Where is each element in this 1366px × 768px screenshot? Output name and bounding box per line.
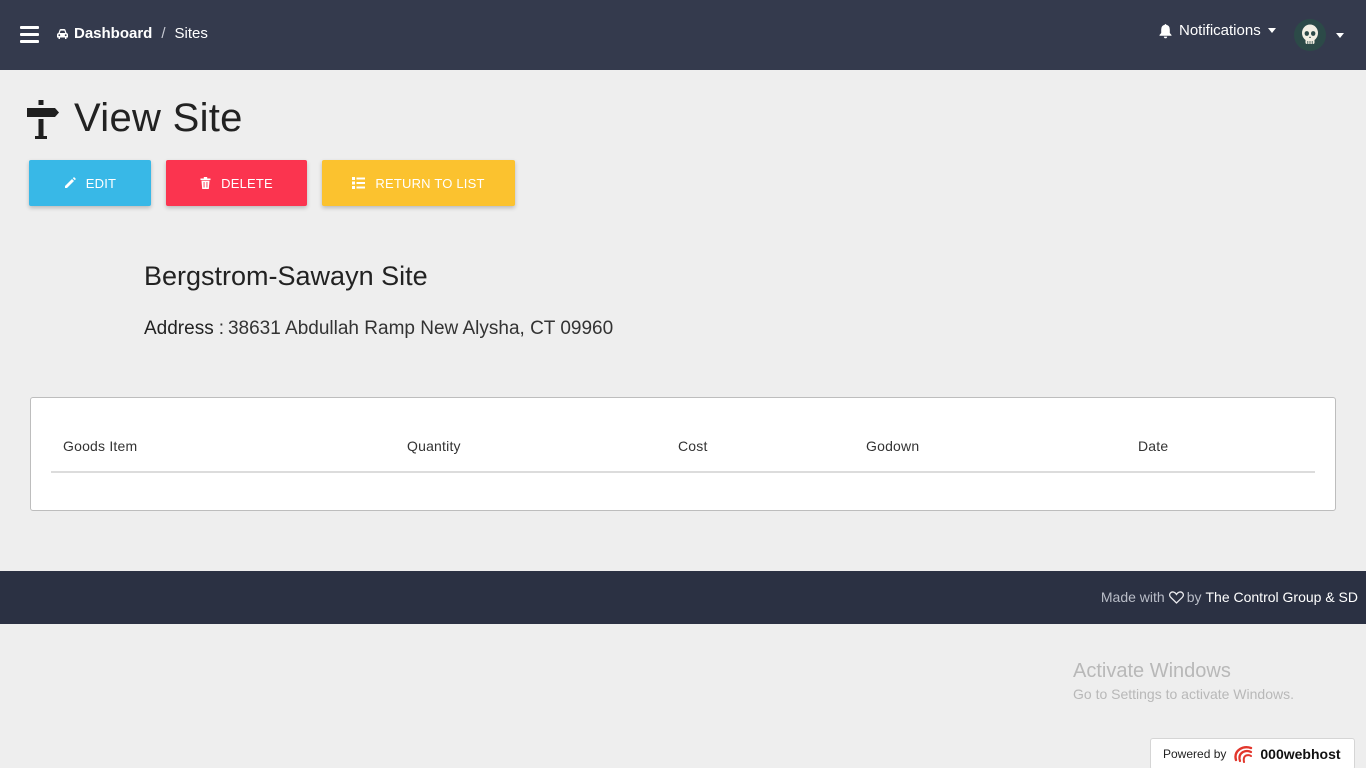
menu-toggle-icon[interactable]: [20, 26, 39, 43]
edit-button-label: EDIT: [85, 175, 117, 191]
notifications-label: Notifications: [1179, 22, 1261, 39]
footer: Made with by The Control Group & SD: [0, 571, 1366, 624]
avatar: [1294, 19, 1326, 51]
chevron-down-icon: [1267, 28, 1276, 33]
site-address: Address:38631 Abdullah Ramp New Alysha, …: [144, 318, 613, 340]
powered-by-host: 000webhost: [1260, 746, 1341, 762]
address-label: Address: [144, 318, 214, 339]
footer-by: by: [1186, 589, 1202, 605]
webhost-logo-icon: [1234, 746, 1253, 763]
breadcrumb-dashboard-link[interactable]: Dashboard: [56, 25, 152, 42]
column-header-date: Date: [1138, 438, 1169, 454]
site-name: Bergstrom-Sawayn Site: [144, 261, 428, 291]
car-icon: [57, 28, 68, 39]
breadcrumb-current: Sites: [174, 25, 208, 42]
goods-table-card: Goods Item Quantity Cost Godown Date: [30, 397, 1336, 511]
watermark-subtitle: Go to Settings to activate Windows.: [1073, 686, 1294, 702]
return-to-list-label: RETURN TO LIST: [375, 175, 485, 191]
powered-by-label: Powered by: [1163, 747, 1227, 761]
page-heading: View Site: [26, 96, 243, 141]
edit-button[interactable]: EDIT: [29, 160, 151, 206]
pencil-icon: [64, 177, 76, 188]
return-to-list-button[interactable]: RETURN TO LIST: [322, 160, 515, 206]
page-title: View Site: [74, 96, 243, 140]
list-icon: [352, 177, 366, 189]
trash-icon: [200, 177, 211, 189]
address-separator: :: [218, 318, 224, 339]
powered-by-badge[interactable]: Powered by 000webhost: [1150, 738, 1355, 768]
footer-credit: Made with by The Control Group & SD: [1101, 589, 1358, 605]
skull-icon: [1302, 24, 1318, 44]
breadcrumb: Dashboard / Sites: [56, 25, 208, 42]
bell-icon: [1159, 23, 1172, 38]
windows-activation-watermark: Activate Windows Go to Settings to activ…: [1073, 660, 1294, 702]
user-menu[interactable]: [1294, 19, 1344, 51]
chevron-down-icon: [1336, 32, 1344, 38]
breadcrumb-home-label: Dashboard: [74, 25, 153, 42]
notifications-dropdown[interactable]: Notifications: [1158, 22, 1276, 39]
table-header-row: Goods Item Quantity Cost Godown Date: [51, 436, 1315, 473]
signpost-icon: [27, 99, 59, 139]
column-header-cost: Cost: [678, 438, 708, 454]
footer-brand: The Control Group & SD: [1205, 589, 1358, 605]
heart-icon: [1168, 590, 1184, 604]
watermark-title: Activate Windows: [1073, 660, 1231, 682]
delete-button-label: DELETE: [221, 175, 273, 191]
column-header-godown: Godown: [866, 438, 920, 454]
column-header-goods-item: Goods Item: [63, 438, 138, 454]
breadcrumb-separator: /: [161, 25, 166, 42]
address-value: 38631 Abdullah Ramp New Alysha, CT 09960: [227, 318, 614, 339]
footer-made-with: Made with: [1100, 589, 1165, 605]
top-navbar: Dashboard / Sites Notifications: [0, 0, 1366, 70]
column-header-quantity: Quantity: [407, 438, 461, 454]
delete-button[interactable]: DELETE: [166, 160, 307, 206]
